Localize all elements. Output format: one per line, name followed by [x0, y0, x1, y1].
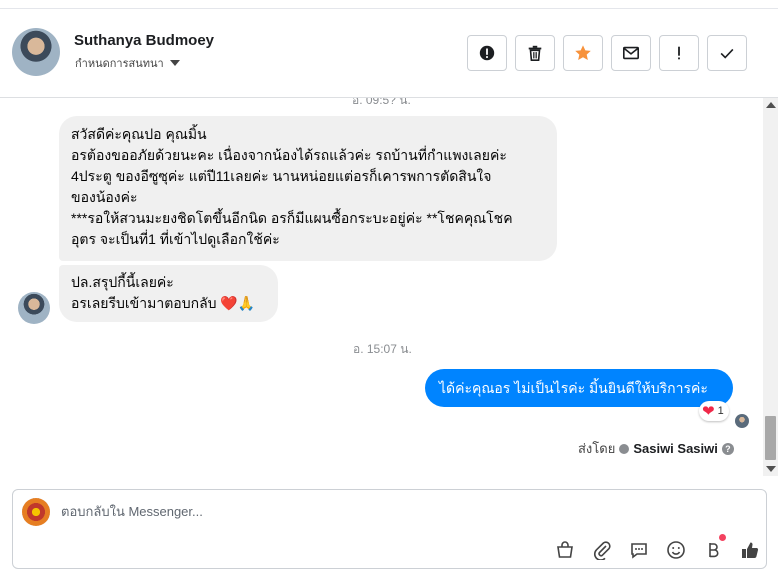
sent-by-label: ส่งโดย	[578, 441, 616, 456]
thread-scrollbar[interactable]	[763, 98, 778, 476]
incoming-message[interactable]: สวัสดีค่ะคุณปอ คุณมิ้น อรต้องขออภัยด้วยน…	[59, 116, 557, 261]
timestamp: อ. 15:07 น.	[353, 342, 412, 356]
check-icon	[720, 48, 734, 59]
thumbs-up-icon	[742, 542, 759, 558]
reaction-badge[interactable]: ❤ 1	[699, 401, 729, 421]
shopping-bag-icon	[557, 541, 573, 558]
reply-composer	[12, 489, 767, 569]
conversation-header: Suthanya Budmoey กำหนดการสนทนา	[0, 9, 778, 98]
message-line: สวัสดีค่ะคุณปอ คุณมิ้น	[71, 126, 207, 142]
reaction-count: 1	[717, 405, 724, 417]
speech-bubble-icon	[631, 543, 647, 559]
conversation-settings-label: กำหนดการสนทนา	[75, 58, 164, 70]
reply-input[interactable]	[61, 504, 661, 519]
message-line: 4ประตู ของอีซูซุค่ะ แต่ปี11เลยค่ะ นานหน่…	[71, 168, 492, 184]
conversation-settings-dropdown[interactable]: กำหนดการสนทนา	[75, 54, 180, 72]
contact-avatar[interactable]	[12, 28, 60, 76]
attach-button[interactable]	[590, 538, 614, 562]
message-line: ***รอให้สวนมะยงชิดโตขึ้นอีกนิด อรก็มีแผน…	[71, 210, 513, 226]
star-icon	[575, 45, 591, 61]
page-avatar	[22, 498, 50, 526]
message-line: ปล.สรุปกี้นี้เลยค่ะ	[71, 274, 174, 290]
contact-avatar-small[interactable]	[18, 292, 50, 324]
message-line: ของน้องค่ะ	[71, 189, 138, 205]
message-thread[interactable]: อ. 09:5? น. สวัสดีค่ะคุณปอ คุณมิ้น อรต้อ…	[0, 98, 763, 476]
follow-up-button[interactable]	[659, 35, 699, 71]
saved-reply-button[interactable]	[627, 538, 651, 562]
outgoing-message[interactable]: ได้ค่ะคุณอร ไม่เป็นไรค่ะ มิ้นยินดีให้บริ…	[425, 369, 733, 407]
shopping-bag-button[interactable]	[553, 538, 577, 562]
done-button[interactable]	[707, 35, 747, 71]
timestamp: อ. 09:5? น.	[352, 98, 411, 107]
scroll-up-icon[interactable]	[766, 102, 776, 108]
scrollbar-thumb[interactable]	[765, 416, 776, 460]
smiley-icon	[667, 541, 685, 559]
spam-button[interactable]	[467, 35, 507, 71]
exclamation-icon	[678, 46, 680, 60]
message-line: อุตร จะเป็นที่1 ที่เข้าไปดูเลือกใช้ค่ะ	[71, 231, 280, 247]
heart-icon: ❤	[702, 402, 715, 420]
scroll-down-icon[interactable]	[766, 466, 776, 472]
sent-by: ส่งโดย Sasiwi Sasiwi ?	[578, 438, 734, 459]
contact-name[interactable]: Suthanya Budmoey	[74, 32, 214, 49]
message-line: อรต้องขออภัยด้วยนะคะ เนื่องจากน้องได้รถแ…	[71, 147, 507, 163]
envelope-icon	[622, 46, 640, 60]
star-button[interactable]	[563, 35, 603, 71]
delete-button[interactable]	[515, 35, 555, 71]
payment-button[interactable]	[701, 534, 726, 562]
agent-icon	[619, 443, 630, 454]
emoji-button[interactable]	[664, 538, 688, 562]
composer-tools	[553, 534, 762, 562]
notification-dot	[719, 534, 726, 541]
like-button[interactable]	[738, 538, 762, 562]
caret-down-icon	[169, 60, 180, 66]
message-line: อรเลยรีบเข้ามาตอบกลับ ❤️🙏	[71, 295, 256, 311]
mark-unread-button[interactable]	[611, 35, 651, 71]
trash-icon	[528, 45, 542, 62]
sent-by-name: Sasiwi Sasiwi	[633, 441, 718, 456]
paperclip-icon	[594, 541, 611, 560]
help-icon[interactable]: ?	[721, 442, 734, 455]
header-actions	[467, 35, 747, 71]
baht-icon	[709, 543, 719, 558]
seen-avatar	[735, 414, 749, 428]
incoming-message[interactable]: ปล.สรุปกี้นี้เลยค่ะ อรเลยรีบเข้ามาตอบกลั…	[59, 265, 278, 322]
alert-circle-icon	[479, 45, 495, 61]
